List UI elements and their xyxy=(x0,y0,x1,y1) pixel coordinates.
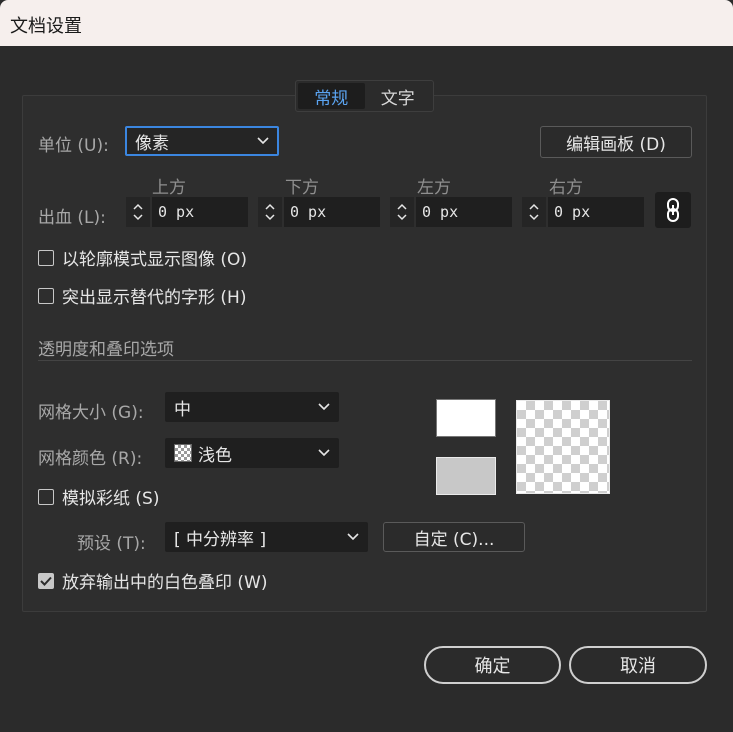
units-value: 像素 xyxy=(135,133,169,154)
bleed-right-input[interactable]: 0 px xyxy=(548,197,644,227)
bleed-bottom-stepper[interactable] xyxy=(258,197,282,227)
simulate-paper-checkbox[interactable] xyxy=(38,488,54,505)
bleed-left-input[interactable]: 0 px xyxy=(416,197,512,227)
edit-artboard-button[interactable]: 编辑画板 (D) xyxy=(540,126,692,158)
preset-label: 预设 (T): xyxy=(77,534,146,554)
simulate-paper-label: 模拟彩纸 (S) xyxy=(62,489,160,509)
bleed-left-stepper[interactable] xyxy=(390,197,414,227)
bleed-right-stepper[interactable] xyxy=(522,197,546,227)
chevron-down-icon xyxy=(257,137,269,145)
tab-general[interactable]: 常规 xyxy=(298,83,365,109)
simulate-paper-option[interactable]: 模拟彩纸 (S) xyxy=(38,484,159,509)
grid-size-select[interactable]: 中 xyxy=(165,392,339,422)
bleed-top-stepper[interactable] xyxy=(126,197,150,227)
preset-select[interactable]: [ 中分辨率 ] xyxy=(165,522,368,552)
bleed-top-input[interactable]: 0 px xyxy=(152,197,248,227)
transparency-grid-preview xyxy=(516,400,610,494)
grid-color-swatch-1[interactable] xyxy=(436,399,496,437)
grid-size-label: 网格大小 (G): xyxy=(38,403,144,423)
section-divider xyxy=(38,360,692,361)
bleed-left-header: 左方 xyxy=(417,178,451,198)
bleed-top-header: 上方 xyxy=(152,178,186,198)
preset-value: [ 中分辨率 ] xyxy=(174,529,267,550)
units-label: 单位 (U): xyxy=(38,136,109,156)
stepper-arrows-icon xyxy=(133,203,143,221)
checker-swatch-icon xyxy=(174,444,192,462)
tab-bar: 常规 文字 xyxy=(295,80,434,112)
stepper-arrows-icon xyxy=(529,203,539,221)
ok-button[interactable]: 确定 xyxy=(424,646,561,684)
units-select[interactable]: 像素 xyxy=(125,126,279,156)
bleed-bottom-input[interactable]: 0 px xyxy=(284,197,380,227)
outline-mode-checkbox[interactable] xyxy=(38,249,54,266)
discard-white-overprint-option[interactable]: 放弃输出中的白色叠印 (W) xyxy=(38,568,267,593)
grid-color-label: 网格颜色 (R): xyxy=(38,449,143,469)
bleed-label: 出血 (L): xyxy=(38,208,106,228)
grid-color-select[interactable]: 浅色 xyxy=(165,438,339,468)
grid-color-value: 浅色 xyxy=(198,445,232,466)
grid-color-swatch-2[interactable] xyxy=(436,457,496,495)
discard-white-overprint-label: 放弃输出中的白色叠印 (W) xyxy=(62,573,268,593)
title-bar: 文档设置 xyxy=(0,0,733,46)
chevron-down-icon xyxy=(318,449,330,457)
transparency-section-title: 透明度和叠印选项 xyxy=(38,340,174,360)
highlight-glyphs-option[interactable]: 突出显示替代的字形 (H) xyxy=(38,283,246,308)
custom-button[interactable]: 自定 (C)... xyxy=(383,522,525,552)
checkmark-icon xyxy=(40,576,52,586)
grid-size-value: 中 xyxy=(174,399,191,420)
discard-white-overprint-checkbox[interactable] xyxy=(38,572,54,589)
stepper-arrows-icon xyxy=(397,203,407,221)
highlight-glyphs-checkbox[interactable] xyxy=(38,287,54,304)
link-bleed-button[interactable] xyxy=(655,192,691,228)
chain-link-icon xyxy=(667,198,679,222)
tab-type[interactable]: 文字 xyxy=(365,83,432,109)
outline-mode-option[interactable]: 以轮廓模式显示图像 (O) xyxy=(38,245,247,270)
window-title: 文档设置 xyxy=(10,16,82,37)
highlight-glyphs-label: 突出显示替代的字形 (H) xyxy=(62,288,247,308)
bleed-bottom-header: 下方 xyxy=(285,178,319,198)
stepper-arrows-icon xyxy=(265,203,275,221)
chevron-down-icon xyxy=(347,533,359,541)
chevron-down-icon xyxy=(318,403,330,411)
bleed-right-header: 右方 xyxy=(549,178,583,198)
outline-mode-label: 以轮廓模式显示图像 (O) xyxy=(62,250,248,270)
cancel-button[interactable]: 取消 xyxy=(569,646,707,684)
